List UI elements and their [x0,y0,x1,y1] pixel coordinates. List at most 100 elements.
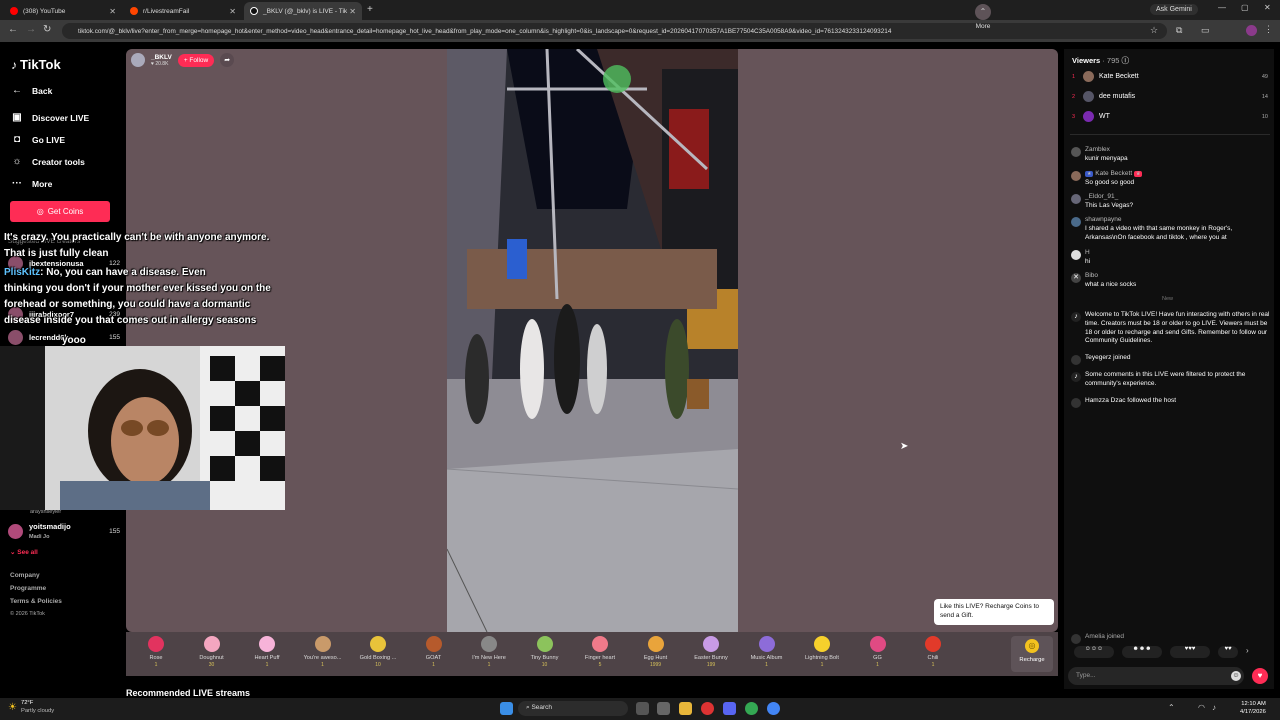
footer-company[interactable]: Company [10,572,40,579]
chevron-right-icon[interactable]: › [1246,646,1249,658]
close-icon[interactable]: ✕ [109,7,116,16]
close-icon[interactable]: ✕ [229,7,236,16]
close-icon[interactable]: ✕ [349,7,356,16]
host-avatar[interactable] [131,53,145,67]
taskbar-search[interactable]: ⌕ Search [518,701,628,716]
back-arrow-icon[interactable]: ← [8,24,18,35]
gift-item[interactable]: I'm New Here 1 [469,636,509,668]
file-explorer-icon[interactable] [679,702,692,715]
menu-kebab-icon[interactable]: ⋮ [1264,24,1273,35]
recharge-tooltip: Like this LIVE? Recharge Coins to send a… [934,599,1054,625]
suggested-creator[interactable]: yoitsmadijo Madi Jo 155 [8,522,120,540]
bookmark-star-icon[interactable]: ☆ [1150,25,1158,36]
gift-item[interactable]: Egg Hunt 1999 [636,636,676,668]
gift-item[interactable]: Music Album 1 [747,636,787,668]
clock[interactable]: 12:10 AM 4/17/2026 [1240,701,1266,716]
more-gifts-button[interactable]: ⌃ More [963,4,1003,30]
heart-icon: ♥ [151,60,154,67]
sidebar-item-go-live[interactable]: ◘ Go LIVE [11,134,65,145]
gift-name: GOAT [425,655,442,661]
viewer-row[interactable]: 1 Kate Beckett 49 [1072,71,1268,82]
gift-item[interactable]: Chili 1 [913,636,953,668]
gift-item[interactable]: Lightning Bolt 1 [802,636,842,668]
gift-name: Doughnut [199,655,224,661]
extensions-icon[interactable]: ⧉ [1176,25,1182,36]
live-video[interactable] [447,49,738,632]
gift-item[interactable]: GG 1 [858,636,898,668]
gift-item[interactable]: GOAT 1 [414,636,454,668]
chrome-icon[interactable] [745,702,758,715]
ask-gemini-button[interactable]: Ask Gemini [1150,4,1198,15]
gift-icon [203,636,220,652]
gift-icon [592,636,608,652]
caption-line: That is just fully clean [4,248,109,259]
gift-price: 10 [375,662,381,668]
gift-item[interactable]: Doughnut 30 [192,636,232,668]
profile-avatar[interactable] [1246,25,1257,36]
tab-youtube[interactable]: (308) YouTube ✕ [4,2,122,20]
emote-button[interactable]: ☺☺☺ [1074,646,1114,658]
gift-item[interactable]: Heart Puff 1 [247,636,287,668]
gift-price: 1 [432,662,435,668]
windows-start-icon[interactable] [500,702,513,715]
maximize-button[interactable]: ▢ [1241,3,1249,12]
mouse-cursor: ➤ [900,441,909,452]
task-view-icon[interactable] [636,702,649,715]
forward-arrow-icon[interactable]: → [26,24,36,35]
gift-item[interactable]: Easter Bunny 199 [691,636,731,668]
tab-reddit[interactable]: r/LivestreamFail ✕ [124,2,242,20]
footer-programme[interactable]: Programme [10,585,46,592]
share-icon[interactable]: ➦ [220,53,235,67]
chat-message: ✕ Bibo what a nice socks [1071,272,1271,290]
gift-name: Heart Puff [254,655,280,661]
wifi-icon[interactable]: ◠ [1198,703,1205,712]
get-coins-button[interactable]: ◎ Get Coins [10,201,110,222]
emote-button[interactable]: ☻☻☻ [1122,646,1162,658]
back-link[interactable]: ← Back [11,85,52,96]
discord-icon[interactable] [723,702,736,715]
gift-icon [425,636,442,652]
chrome-canary-icon[interactable] [767,702,780,715]
tab-tiktok[interactable]: _BKLV (@_bklv) is LIVE - Tik ✕ [244,2,362,20]
viewer-row[interactable]: 2 dee mutafis 14 [1072,91,1268,102]
widgets-icon[interactable] [657,702,670,715]
sidebar-item-discover-live[interactable]: ▣ Discover LIVE [11,112,89,123]
footer-terms[interactable]: Terms & Policies [10,598,62,605]
sidebar-item-more[interactable]: ··· More [11,178,52,189]
gift-name: Egg Hunt [643,655,668,661]
sidebar-item-creator-tools[interactable]: ☼ Creator tools [11,156,85,167]
recharge-button[interactable]: ◎ Recharge [1011,636,1053,672]
close-window-button[interactable]: ✕ [1264,3,1271,12]
gift-name: Tiny Bunny [530,655,559,661]
tiktok-logo[interactable]: ♪ TikTok [11,57,61,72]
gift-item[interactable]: Gold Boxing ... 10 [358,636,398,668]
emoji-icon[interactable]: ☺ [1231,671,1241,681]
follow-button[interactable]: + Follow [177,53,215,67]
emote-button[interactable]: ♥♥♥ [1170,646,1210,658]
reload-icon[interactable]: ↻ [43,24,51,35]
gift-name: Chili [927,655,939,661]
new-tab-button[interactable]: + [367,4,373,15]
app-icon[interactable] [701,702,714,715]
gift-item[interactable]: You're aweso... 1 [303,636,343,668]
arrow-left-icon: ← [12,85,22,96]
like-heart-button[interactable]: ♥ [1252,668,1268,684]
gift-item[interactable]: Rose 1 [136,636,176,668]
emote-button[interactable]: ♥♥ [1218,646,1238,658]
gift-item[interactable]: Tiny Bunny 10 [525,636,565,668]
gift-icon [758,636,775,652]
viewer-row[interactable]: 3 WT 10 [1072,111,1268,122]
see-all-link[interactable]: ⌄ See all [10,548,38,556]
minimize-button[interactable]: — [1218,3,1226,12]
host-info[interactable]: _BKLV ♥ 20.8K [151,54,172,67]
gift-price: 199 [706,662,716,668]
system-message: ♪ Some comments in this LIVE were filtere… [1071,371,1271,389]
gift-item[interactable]: Finger heart 5 [580,636,620,668]
avatar [1071,171,1081,181]
volume-icon[interactable]: ♪ [1212,703,1216,712]
chat-input[interactable]: Type... [1068,667,1244,685]
sidepanel-icon[interactable]: ▭ [1201,25,1210,36]
viewers-header[interactable]: Viewers · 795 ⓘ [1072,55,1129,66]
weather-widget[interactable]: ☀ 72°F Partly cloudy [8,700,54,715]
tray-chevron-icon[interactable]: ⌃ [1168,703,1175,712]
